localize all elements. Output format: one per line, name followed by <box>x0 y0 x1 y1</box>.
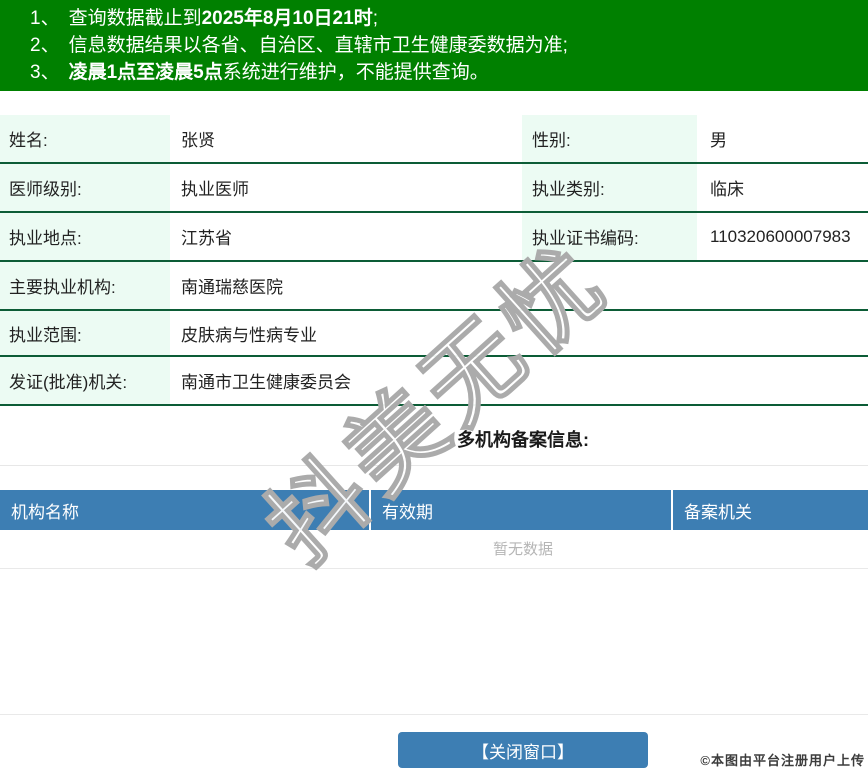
notice-number: 2、 <box>30 35 60 56</box>
notice-line-1: 1、 查询数据截止到2025年8月10日21时; <box>0 5 868 32</box>
empty-data-text: 暂无数据 <box>0 530 868 569</box>
field-value-practice-scope: 皮肤病与性病专业 <box>181 325 317 345</box>
column-header-validity-period: 有效期 <box>371 490 673 530</box>
field-label-gender: 性别: <box>522 115 697 162</box>
column-header-record-authority: 备案机关 <box>684 502 752 522</box>
table-row-main-institution: 主要执业机构: 南通瑞慈医院 <box>0 262 868 311</box>
notice-number: 1、 <box>30 8 60 29</box>
table-row-practice-scope: 执业范围: 皮肤病与性病专业 <box>0 311 868 357</box>
practitioner-info-table: 姓名: 张贤 性别: 男 医师级别: 执业医师 执业类别: 临床 执业地点: 江… <box>0 115 868 406</box>
field-value-issuing-authority: 南通市卫生健康委员会 <box>181 373 351 392</box>
field-label-doctor-level: 医师级别: <box>0 164 170 211</box>
notice-banner: 1、 查询数据截止到2025年8月10日21时; 2、 信息数据结果以各省、自治区、… <box>0 0 868 91</box>
field-label-name: 姓名: <box>0 115 170 162</box>
notice-line-3: 3、 凌晨1点至凌晨5点系统进行维护，不能提供查询。 <box>0 59 868 86</box>
notice-line-2: 2、 信息数据结果以各省、自治区、直辖市卫生健康委数据为准; <box>0 32 868 59</box>
notice-text: 信息数据结果以各省、自治区、直辖市卫生健康委数据为准; <box>68 35 568 56</box>
section-divider <box>0 465 868 466</box>
notice-bold-text: 2025年8月10日21时 <box>201 8 373 29</box>
field-value-name: 张贤 <box>181 131 215 150</box>
field-value-practice-category: 临床 <box>710 180 744 199</box>
field-label-practice-scope: 执业范围: <box>0 311 170 355</box>
field-value-main-institution: 南通瑞慈医院 <box>181 278 283 297</box>
table-row-issuing-authority: 发证(批准)机关: 南通市卫生健康委员会 <box>0 357 868 406</box>
notice-text: 系统进行维护，不能提供查询。 <box>222 62 489 83</box>
field-label-certificate-number: 执业证书编码: <box>522 213 697 260</box>
page-wrapper: 1、 查询数据截止到2025年8月10日21时; 2、 信息数据结果以各省、自治区、… <box>0 0 868 569</box>
section-title-multi-org-records: 多机构备案信息: <box>457 430 589 450</box>
table-row-name-gender: 姓名: 张贤 性别: 男 <box>0 115 868 164</box>
multi-org-record-table: 机构名称 有效期 备案机关 暂无数据 <box>0 490 868 569</box>
field-label-practice-category: 执业类别: <box>522 164 697 211</box>
field-value-certificate-number: 110320600007983 <box>710 226 851 246</box>
field-value-doctor-level: 执业医师 <box>181 180 249 199</box>
field-label-main-institution: 主要执业机构: <box>0 262 170 309</box>
column-header-institution-name: 机构名称 <box>0 490 371 530</box>
notice-text: 查询数据截止到 <box>68 8 202 29</box>
copyright-watermark: ©本图由平台注册用户上传 <box>700 753 865 768</box>
close-window-button[interactable]: 【关闭窗口】 <box>398 732 648 768</box>
field-label-issuing-authority: 发证(批准)机关: <box>0 357 170 404</box>
table-row-location-certificate: 执业地点: 江苏省 执业证书编码: 110320600007983 <box>0 213 868 262</box>
footer-divider <box>0 714 868 715</box>
table-row-level-category: 医师级别: 执业医师 执业类别: 临床 <box>0 164 868 213</box>
notice-text: ; <box>372 8 378 29</box>
notice-bold-text: 凌晨1点至凌晨5点 <box>68 62 223 83</box>
field-label-practice-location: 执业地点: <box>0 213 170 260</box>
notice-number: 3、 <box>30 62 60 83</box>
field-value-gender: 男 <box>710 131 727 150</box>
record-table-header: 机构名称 有效期 备案机关 <box>0 490 868 530</box>
field-value-practice-location: 江苏省 <box>181 229 232 248</box>
